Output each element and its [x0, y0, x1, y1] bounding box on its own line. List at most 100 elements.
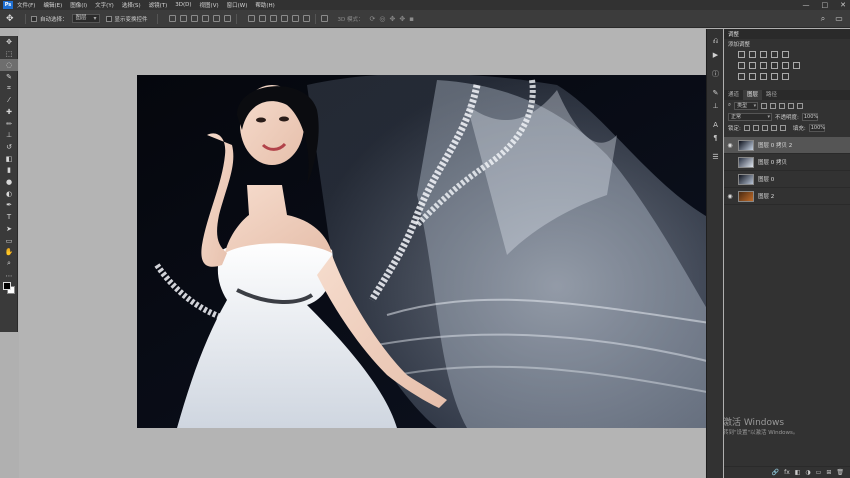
type-tool-icon[interactable]: T	[0, 211, 18, 223]
visibility-eye-icon[interactable]: ◉	[724, 193, 736, 200]
link-layers-icon[interactable]: 🔗	[772, 469, 779, 476]
threshold-icon[interactable]	[760, 73, 767, 80]
tab-channels[interactable]: 通道	[724, 90, 743, 100]
restore-button[interactable]: □	[822, 1, 829, 9]
lock-all-icon[interactable]	[779, 124, 786, 131]
paragraph-icon[interactable]: ¶	[707, 131, 724, 144]
new-group-icon[interactable]: ▭	[816, 469, 822, 476]
search-icon[interactable]: ⌕	[818, 14, 828, 23]
menu-file[interactable]: 文件(F)	[17, 1, 35, 9]
brush-tool-icon[interactable]: ✏	[0, 118, 18, 130]
menu-3d[interactable]: 视图(V)	[200, 1, 219, 9]
move-tool-icon[interactable]: ✥	[6, 14, 20, 24]
distribute-right-icon[interactable]	[302, 15, 310, 22]
menu-edit[interactable]: 编辑(E)	[43, 1, 62, 9]
auto-align-icon[interactable]	[320, 15, 328, 22]
tab-layers[interactable]: 图层	[743, 90, 763, 100]
fill-input[interactable]: 100%	[808, 123, 825, 132]
pen-tool-icon[interactable]: ✒	[0, 200, 18, 212]
layer-style-icon[interactable]: fx	[784, 469, 790, 476]
visibility-eye-icon[interactable]: ◉	[724, 142, 736, 149]
menu-select[interactable]: 滤镜(T)	[149, 1, 168, 9]
layer-row[interactable]: ◉ 图层 0 拷贝 2	[724, 137, 850, 154]
align-left-icon[interactable]	[201, 15, 209, 22]
filter-adjustment-icon[interactable]	[770, 102, 777, 109]
marquee-tool-icon[interactable]: ⬚	[0, 48, 18, 60]
more-tools-icon[interactable]: ⋯	[0, 270, 18, 282]
dodge-tool-icon[interactable]: ◐	[0, 188, 18, 200]
clone-stamp-tool-icon[interactable]: ⊥	[0, 130, 18, 142]
healing-brush-tool-icon[interactable]: ✚	[0, 106, 18, 118]
invert-icon[interactable]	[738, 73, 745, 80]
close-button[interactable]: ✕	[840, 1, 846, 9]
brush-presets-icon[interactable]: ✎	[707, 86, 724, 99]
new-layer-icon[interactable]: ⊞	[826, 469, 831, 476]
curves-icon[interactable]	[760, 51, 767, 58]
shape-tool-icon[interactable]: ▭	[0, 235, 18, 247]
layer-name[interactable]: 图层 0 拷贝	[758, 158, 787, 166]
eraser-tool-icon[interactable]: ◧	[0, 153, 18, 165]
move-tool-icon[interactable]: ✥	[0, 36, 18, 48]
align-bottom-icon[interactable]	[190, 15, 198, 22]
distribute-vcenter-icon[interactable]	[258, 15, 266, 22]
align-right-icon[interactable]	[223, 15, 231, 22]
posterize-icon[interactable]	[749, 73, 756, 80]
adjustment-layer-icon[interactable]: ◑	[805, 469, 810, 476]
filter-type-icon[interactable]	[779, 102, 786, 109]
layer-row[interactable]: ◉ 图层 2	[724, 188, 850, 205]
menu-type[interactable]: 选择(S)	[122, 1, 141, 9]
character-icon[interactable]: A	[707, 118, 724, 131]
distribute-hcenter-icon[interactable]	[291, 15, 299, 22]
filter-smart-icon[interactable]	[797, 102, 804, 109]
align-top-icon[interactable]	[168, 15, 176, 22]
hand-tool-icon[interactable]: ✋	[0, 246, 18, 258]
auto-select-checkbox[interactable]	[31, 15, 37, 22]
menu-view[interactable]: 窗口(W)	[227, 1, 248, 9]
drag-3d-icon[interactable]: ✥	[390, 15, 396, 23]
black-white-icon[interactable]	[760, 62, 767, 69]
history-icon[interactable]: ⎌	[707, 35, 724, 48]
align-vcenter-icon[interactable]	[179, 15, 187, 22]
channel-mixer-icon[interactable]	[782, 62, 789, 69]
actions-icon[interactable]: ▶	[707, 48, 724, 61]
tab-paths[interactable]: 路径	[762, 90, 781, 100]
filter-shape-icon[interactable]	[788, 102, 795, 109]
menu-image[interactable]: 图像(I)	[70, 1, 87, 9]
auto-select-dropdown[interactable]: 图层	[71, 14, 100, 23]
foreground-color-swatch[interactable]	[3, 282, 11, 291]
layer-row[interactable]: 图层 0	[724, 171, 850, 188]
color-balance-icon[interactable]	[749, 62, 756, 69]
layer-filter-dropdown[interactable]: 类型	[734, 101, 759, 110]
align-hcenter-icon[interactable]	[212, 15, 220, 22]
hue-saturation-icon[interactable]	[738, 62, 745, 69]
menu-layer[interactable]: 文字(Y)	[95, 1, 114, 9]
eyedropper-tool-icon[interactable]: ⁄	[0, 94, 18, 106]
lock-transparent-icon[interactable]	[743, 124, 750, 131]
layer-name[interactable]: 图层 0 拷贝 2	[758, 141, 792, 149]
blur-tool-icon[interactable]: ●	[0, 176, 18, 188]
document-area[interactable]	[19, 29, 723, 478]
distribute-top-icon[interactable]	[247, 15, 255, 22]
menu-filter[interactable]: 3D(D)	[175, 2, 191, 8]
layer-name[interactable]: 图层 0	[758, 175, 774, 183]
add-mask-icon[interactable]: ◧	[795, 469, 801, 476]
distribute-left-icon[interactable]	[280, 15, 288, 22]
quick-select-tool-icon[interactable]: ✎	[0, 71, 18, 83]
history-brush-tool-icon[interactable]: ↺	[0, 141, 18, 153]
vibrance-icon[interactable]	[782, 51, 789, 58]
path-select-tool-icon[interactable]: ➤	[0, 223, 18, 235]
lock-artboard-icon[interactable]	[770, 124, 777, 131]
adjustments-panel-title[interactable]: 调整	[724, 29, 850, 39]
blend-mode-dropdown[interactable]: 正常	[728, 112, 772, 121]
exposure-icon[interactable]	[771, 51, 778, 58]
color-lookup-icon[interactable]	[793, 62, 800, 69]
show-transform-checkbox[interactable]	[105, 15, 112, 22]
delete-layer-icon[interactable]: 🗑	[836, 469, 844, 476]
layer-row[interactable]: 图层 0 拷贝	[724, 154, 850, 171]
zoom-tool-icon[interactable]: ⌕	[0, 258, 18, 270]
selective-color-icon[interactable]	[782, 73, 789, 80]
info-icon[interactable]: ⓘ	[707, 67, 724, 80]
slide-3d-icon[interactable]: ✥	[399, 15, 405, 23]
scale-3d-icon[interactable]: ▪	[409, 15, 414, 23]
filter-pixel-icon[interactable]	[761, 102, 768, 109]
